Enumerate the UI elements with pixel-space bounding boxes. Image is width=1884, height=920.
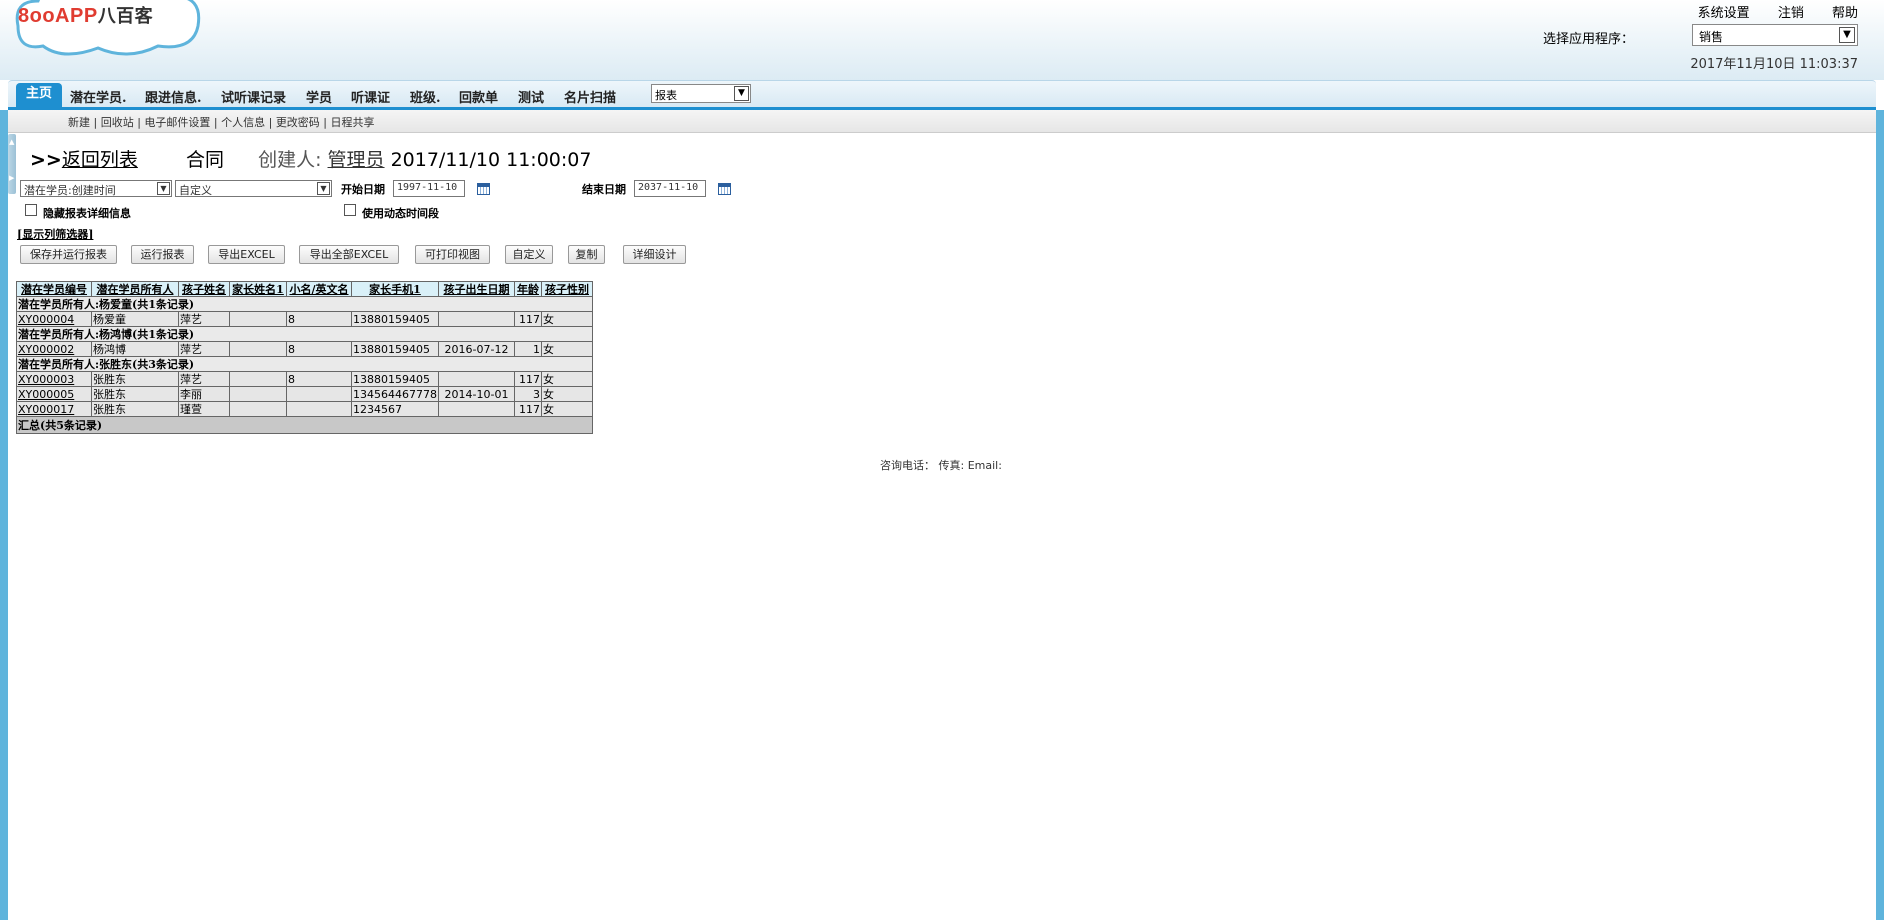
main-nav: 主页 潜在学员. 跟进信息. 试听课记录 学员 听课证 班级. 回款单 测试 名… (8, 80, 1876, 109)
hide-details-checkbox[interactable] (25, 204, 37, 216)
save-and-run-button[interactable]: 保存并运行报表 (20, 245, 117, 264)
table-header-row: 潜在学员编号 潜在学员所有人 孩子姓名 家长姓名1 小名/英文名 家长手机1 孩… (16, 281, 593, 297)
table-row: XY000017 张胜东 瑾萱 1234567 117 女 (16, 401, 593, 417)
record-link[interactable]: XY000017 (18, 403, 74, 416)
run-report-button[interactable]: 运行报表 (131, 245, 194, 264)
show-column-filter-link[interactable]: [显示列筛选器] (17, 228, 93, 241)
report-select[interactable]: 报表 ▼ (651, 84, 751, 103)
report-table: 潜在学员编号 潜在学员所有人 孩子姓名 家长姓名1 小名/英文名 家长手机1 孩… (16, 281, 593, 434)
chevron-down-icon: ▼ (734, 86, 749, 101)
page-border-left (0, 110, 8, 920)
col-header[interactable]: 年龄 (513, 281, 542, 297)
export-excel-button[interactable]: 导出EXCEL (208, 245, 285, 264)
tab-payments[interactable]: 回款单 (459, 87, 498, 106)
col-header[interactable]: 孩子性别 (540, 281, 593, 297)
tab-test[interactable]: 测试 (518, 87, 544, 106)
created-at: 2017/11/10 11:00:07 (390, 149, 592, 171)
export-all-excel-button[interactable]: 导出全部EXCEL (299, 245, 399, 264)
tab-prospects[interactable]: 潜在学员. (70, 87, 127, 106)
end-date-label: 结束日期 (582, 183, 626, 196)
help-link[interactable]: 帮助 (1832, 6, 1858, 21)
tab-class-passes[interactable]: 听课证 (351, 87, 390, 106)
back-to-list-link[interactable]: 返回列表 (62, 149, 138, 171)
record-link[interactable]: XY000005 (18, 388, 74, 401)
object-name: 合同 (185, 149, 224, 171)
group-row: 潜在学员所有人:杨鸿博(共1条记录) (16, 326, 593, 342)
col-header[interactable]: 孩子出生日期 (437, 281, 515, 297)
chevron-down-icon: ▼ (157, 182, 170, 195)
tab-followups[interactable]: 跟进信息. (145, 87, 202, 106)
group-row: 潜在学员所有人:张胜东(共3条记录) (16, 356, 593, 372)
col-header[interactable]: 家长手机1 (351, 281, 439, 297)
record-link[interactable]: XY000002 (18, 343, 74, 356)
arrow-up-icon: ▲ (9, 138, 15, 146)
system-settings-link[interactable]: 系统设置 (1698, 6, 1750, 21)
table-row: XY000002 杨鸿博 萍艺 8 13880159405 2016-07-12… (16, 341, 593, 357)
footer-contact: 咨询电话： 传真: Email: (880, 459, 1002, 472)
arrow-right-icon: ▶ (9, 174, 15, 182)
dynamic-range-label: 使用动态时间段 (362, 207, 439, 220)
printable-view-button[interactable]: 可打印视图 (415, 245, 490, 264)
calendar-icon[interactable] (718, 183, 731, 195)
date-range-select[interactable]: 自定义 ▼ (175, 180, 332, 197)
calendar-share-link[interactable]: 日程共享 (331, 116, 375, 129)
hide-details-label: 隐藏报表详细信息 (43, 207, 131, 220)
creator-link[interactable]: 管理员 (328, 149, 385, 171)
record-link[interactable]: XY000003 (18, 373, 74, 386)
sub-nav: 新建 | 回收站 | 电子邮件设置 | 个人信息 | 更改密码 | 日程共享 (8, 110, 1876, 133)
start-date-input[interactable]: 1997-11-10 (393, 180, 465, 197)
table-row: XY000003 张胜东 萍艺 8 13880159405 117 女 (16, 371, 593, 387)
group-row: 潜在学员所有人:杨爱童(共1条记录) (16, 296, 593, 312)
page-title: >>返回列表 合同 创建人: 管理员 2017/11/10 11:00:07 (30, 149, 592, 171)
tab-classes[interactable]: 班级. (410, 87, 441, 106)
sidebar-toggle[interactable]: ▲ ▶ (8, 134, 16, 194)
dynamic-range-checkbox[interactable] (344, 204, 356, 216)
total-row: 汇总(共5条记录) (16, 416, 593, 434)
table-row: XY000004 杨爱童 萍艺 8 13880159405 117 女 (16, 311, 593, 327)
tab-trial-records[interactable]: 试听课记录 (221, 87, 286, 106)
app-select[interactable]: 销售 ▼ (1692, 24, 1858, 46)
top-links: 系统设置 注销 帮助 (1674, 2, 1858, 21)
header: 8ooAPP八百客 系统设置 注销 帮助 选择应用程序： 销售 ▼ 2017年1… (0, 0, 1884, 80)
app-select-label: 选择应用程序： (1542, 32, 1634, 47)
col-header[interactable]: 小名/英文名 (286, 281, 352, 297)
col-header[interactable]: 家长姓名1 (229, 281, 287, 297)
col-header[interactable]: 潜在学员编号 (16, 281, 92, 297)
customize-button[interactable]: 自定义 (505, 245, 553, 264)
email-settings-link[interactable]: 电子邮件设置 (144, 116, 210, 129)
chevron-down-icon: ▼ (1839, 27, 1855, 43)
record-link[interactable]: XY000004 (18, 313, 74, 326)
tab-home[interactable]: 主页 (16, 83, 63, 108)
calendar-icon[interactable] (477, 183, 490, 195)
page-border-right (1876, 110, 1884, 920)
current-datetime: 2017年11月10日 11:03:37 (1690, 57, 1858, 72)
chevron-down-icon: ▼ (317, 182, 330, 195)
col-header[interactable]: 潜在学员所有人 (91, 281, 179, 297)
logout-link[interactable]: 注销 (1778, 6, 1804, 21)
show-filter-link-wrap: [显示列筛选器] (17, 226, 93, 242)
change-password-link[interactable]: 更改密码 (276, 116, 320, 129)
copy-button[interactable]: 复制 (568, 245, 605, 264)
col-header[interactable]: 孩子姓名 (178, 281, 230, 297)
tab-card-scan[interactable]: 名片扫描 (564, 87, 616, 106)
logo-text[interactable]: 8ooAPP八百客 (18, 2, 153, 28)
personal-info-link[interactable]: 个人信息 (221, 116, 265, 129)
start-date-label: 开始日期 (341, 183, 385, 196)
detail-design-button[interactable]: 详细设计 (623, 245, 686, 264)
recycle-bin-link[interactable]: 回收站 (101, 116, 134, 129)
new-link[interactable]: 新建 (68, 116, 90, 129)
end-date-input[interactable]: 2037-11-10 (634, 180, 706, 197)
table-row: XY000005 张胜东 李丽 134564467778 2014-10-01 … (16, 386, 593, 402)
date-field-select[interactable]: 潜在学员:创建时间 ▼ (20, 180, 172, 197)
tab-students[interactable]: 学员 (306, 87, 332, 106)
